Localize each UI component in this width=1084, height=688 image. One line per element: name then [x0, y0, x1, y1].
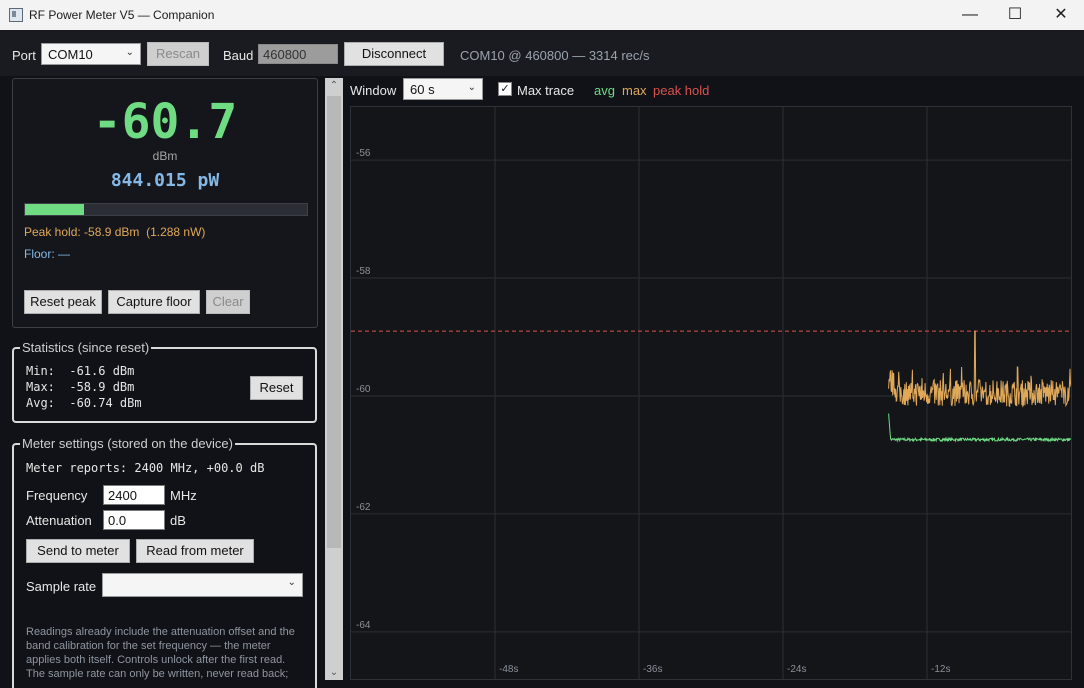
- y-tick-label: -58: [356, 266, 371, 277]
- reset-peak-button[interactable]: Reset peak: [24, 290, 102, 314]
- clear-button[interactable]: Clear: [206, 290, 250, 314]
- scrollbar-thumb[interactable]: [327, 96, 341, 548]
- note-line: applies both itself. Controls unlock aft…: [26, 654, 286, 666]
- stat-min: Min: -61.6 dBm: [26, 364, 135, 378]
- statistics-group: Statistics (since reset) Min: -61.6 dBm …: [12, 340, 317, 423]
- stat-avg: Avg: -60.74 dBm: [26, 396, 142, 410]
- x-tick-label: -12s: [931, 664, 950, 675]
- port-select-value: COM10: [48, 47, 93, 62]
- note-line: band calibration for the set frequency —…: [26, 640, 271, 652]
- connection-status: COM10 @ 460800 — 3314 rec/s: [460, 48, 650, 63]
- legend-peak-hold: peak hold: [653, 83, 710, 98]
- meter-reports-text: Meter reports: 2400 MHz, +00.0 dB: [26, 461, 265, 475]
- port-select[interactable]: COM10 ⌄: [41, 43, 141, 65]
- y-tick-label: -56: [356, 148, 371, 159]
- app-icon: [9, 8, 23, 22]
- read-from-meter-button[interactable]: Read from meter: [136, 539, 254, 563]
- x-tick-label: -36s: [643, 664, 662, 675]
- y-tick-label: -64: [356, 620, 371, 631]
- connection-toolbar: Port COM10 ⌄ Rescan Baud 460800 Disconne…: [0, 30, 1084, 76]
- power-chart-svg: -48s -36s -24s -12s -56 -58 -60 -62 -64: [351, 107, 1071, 679]
- peak-hold-text: Peak hold: -58.9 dBm (1.288 nW): [24, 225, 206, 239]
- level-bar-fill: [25, 204, 85, 215]
- capture-floor-button[interactable]: Capture floor: [108, 290, 200, 314]
- sample-rate-label: Sample rate: [26, 579, 97, 594]
- series-avg-line: [888, 413, 1071, 443]
- left-panel-scrollbar[interactable]: ⌃ ⌄: [325, 78, 343, 680]
- power-readout: 844.015 pW: [110, 170, 220, 191]
- frequency-label: Frequency: [26, 488, 88, 503]
- chevron-down-icon: ⌄: [125, 47, 134, 58]
- attenuation-label: Attenuation: [26, 513, 92, 528]
- title-bar: RF Power Meter V5 — Companion — ☐ ✕: [0, 0, 1084, 30]
- scroll-down-icon[interactable]: ⌄: [325, 667, 343, 678]
- max-trace-label: Max trace: [517, 83, 575, 98]
- frequency-input[interactable]: 2400: [103, 485, 165, 505]
- settings-title: Meter settings (stored on the device): [20, 436, 235, 451]
- minimize-icon[interactable]: —: [947, 0, 993, 30]
- disconnect-button[interactable]: Disconnect: [344, 42, 444, 66]
- chevron-down-icon: ⌄: [287, 577, 296, 588]
- floor-text: Floor: —: [24, 247, 71, 261]
- close-icon[interactable]: ✕: [1038, 0, 1084, 30]
- legend-max: max: [622, 83, 647, 98]
- window-label: Window: [350, 83, 397, 98]
- rescan-button[interactable]: Rescan: [147, 42, 209, 66]
- stat-max: Max: -58.9 dBm: [26, 380, 135, 394]
- series-max-line: [888, 330, 1071, 408]
- send-to-meter-button[interactable]: Send to meter: [26, 539, 130, 563]
- y-tick-label: -60: [356, 384, 371, 395]
- legend-avg: avg: [594, 83, 615, 98]
- maximize-icon[interactable]: ☐: [992, 0, 1038, 30]
- reset-stats-button[interactable]: Reset: [250, 376, 303, 400]
- note-line: The sample rate can only be written, nev…: [26, 668, 289, 680]
- window-select[interactable]: 60 s ⌄: [403, 78, 483, 100]
- statistics-title: Statistics (since reset): [20, 340, 152, 355]
- reading-panel: -60.7 dBm 844.015 pW Peak hold: -58.9 dB…: [12, 78, 318, 328]
- sample-rate-select[interactable]: ⌄: [102, 573, 303, 597]
- power-chart: -48s -36s -24s -12s -56 -58 -60 -62 -64: [350, 106, 1072, 680]
- attenuation-input[interactable]: 0.0: [103, 510, 165, 530]
- check-icon: ✓: [500, 83, 510, 95]
- note-line: Readings already include the attenuation…: [26, 626, 295, 638]
- settings-note: Readings already include the attenuation…: [26, 625, 308, 681]
- baud-label: Baud: [223, 48, 254, 63]
- x-tick-label: -24s: [787, 664, 806, 675]
- frequency-unit: MHz: [170, 488, 197, 503]
- meter-settings-group: Meter settings (stored on the device) Me…: [12, 436, 317, 688]
- attenuation-unit: dB: [170, 513, 186, 528]
- chevron-down-icon: ⌄: [467, 82, 476, 93]
- level-bar: [24, 203, 308, 216]
- dbm-unit: dBm: [152, 149, 178, 163]
- y-tick-label: -62: [356, 502, 371, 513]
- baud-field[interactable]: 460800: [258, 44, 338, 64]
- max-trace-checkbox[interactable]: ✓: [498, 82, 512, 96]
- dbm-readout: -60.7: [92, 94, 238, 150]
- port-label: Port: [12, 48, 36, 63]
- window-title: RF Power Meter V5 — Companion: [29, 8, 215, 22]
- scroll-up-icon[interactable]: ⌃: [325, 80, 343, 91]
- x-tick-label: -48s: [499, 664, 518, 675]
- window-select-value: 60 s: [410, 82, 435, 97]
